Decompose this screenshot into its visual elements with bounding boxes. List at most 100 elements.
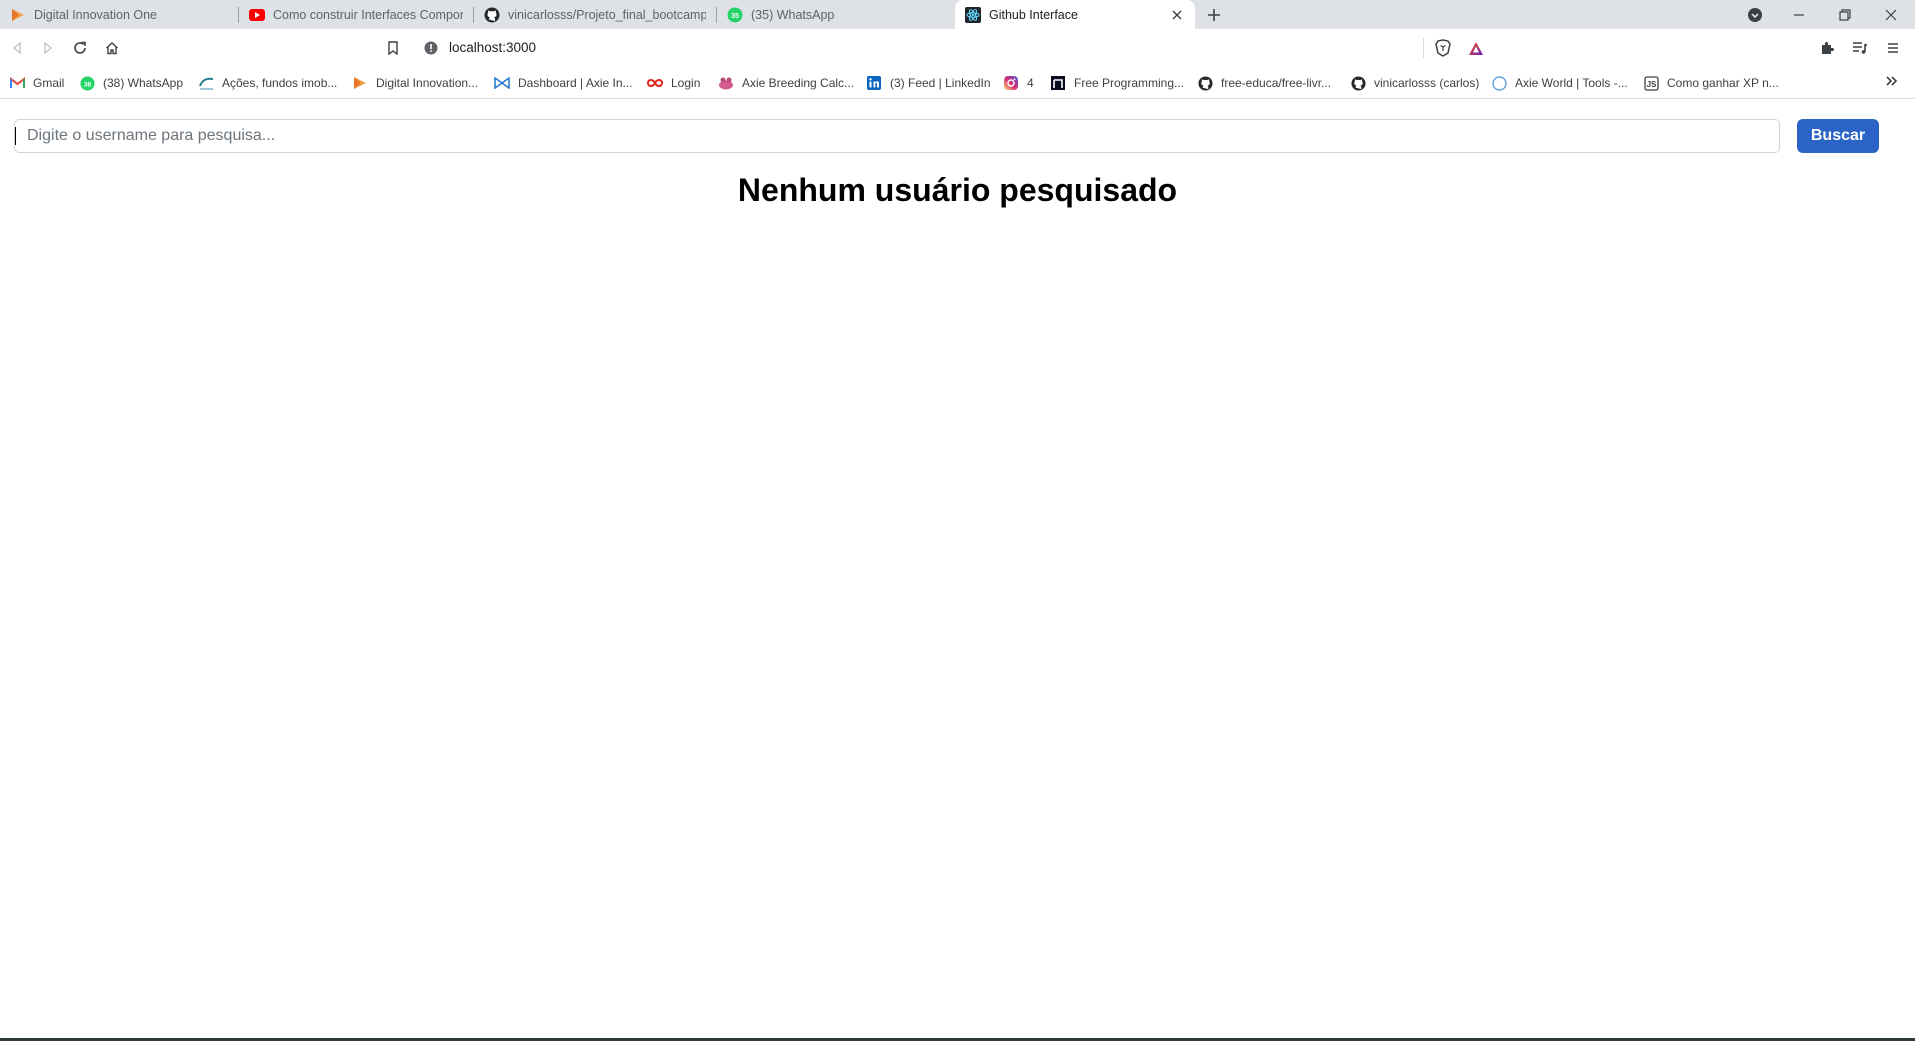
bookmark-item[interactable]: vinicarlosss (carlos) [1350, 72, 1479, 94]
bookmark-item[interactable]: Dashboard | Axie In... [494, 72, 633, 94]
browser-menu-button[interactable] [1880, 35, 1906, 61]
tab-title: Como construir Interfaces Componentizada… [273, 7, 463, 22]
brave-shields-button[interactable] [1430, 35, 1456, 61]
brave-rewards-button[interactable] [1463, 35, 1489, 61]
bookmark-label: Gmail [33, 76, 65, 90]
forward-button[interactable] [35, 35, 61, 61]
bookmark-label: Como ganhar XP n... [1667, 76, 1779, 90]
bookmark-label: Digital Innovation... [376, 76, 479, 90]
stocks-icon [198, 75, 214, 91]
double-chevron-right-icon [1886, 76, 1898, 86]
github-icon [1197, 75, 1213, 91]
tab-search-button[interactable] [1733, 0, 1777, 29]
whatsapp-icon: 38 [79, 75, 95, 91]
tab-title: (35) WhatsApp [751, 7, 835, 22]
text-caret [15, 127, 16, 145]
tab-whatsapp[interactable]: 35 (35) WhatsApp [717, 0, 955, 29]
bookmark-label: vinicarlosss (carlos) [1374, 76, 1480, 90]
globe-icon [1491, 75, 1507, 91]
bookmark-item[interactable]: Ações, fundos imob... [198, 72, 337, 94]
brave-lion-icon [1435, 39, 1451, 57]
bookmark-item[interactable]: free-educa/free-livr... [1197, 72, 1331, 94]
bookmark-item[interactable]: Axie Breeding Calc... [718, 72, 854, 94]
svg-text:JS: JS [1646, 80, 1656, 89]
bookmark-label: (3) Feed | LinkedIn [890, 76, 991, 90]
bookmark-label: Ações, fundos imob... [222, 76, 338, 90]
bookmark-item[interactable]: (3) Feed | LinkedIn [866, 72, 991, 94]
minimize-button[interactable] [1777, 0, 1821, 29]
bookmark-item[interactable]: 38 (38) WhatsApp [79, 72, 183, 94]
bookmark-label: free-educa/free-livr... [1221, 76, 1332, 90]
infinity-icon [647, 75, 663, 91]
empty-state-message: Nenhum usuário pesquisado [737, 172, 1178, 208]
page-content: Buscar Nenhum usuário pesquisado [0, 100, 1915, 1041]
bookmark-label: Free Programming... [1074, 76, 1185, 90]
more-bookmarks-button[interactable] [1885, 74, 1901, 90]
bookmark-label: Axie World | Tools -... [1515, 76, 1628, 90]
back-icon [12, 41, 21, 55]
address-bar[interactable]: localhost:3000 [414, 34, 1494, 62]
bookmark-icon [388, 41, 398, 55]
bookmark-item[interactable]: Axie World | Tools -... [1491, 72, 1628, 94]
reload-icon [74, 41, 86, 54]
github-icon [484, 7, 500, 23]
bookmark-item[interactable]: JS Como ganhar XP n... [1643, 72, 1779, 94]
home-icon [106, 42, 118, 55]
github-icon [1350, 75, 1366, 91]
plus-icon [1208, 9, 1220, 21]
bookmark-button[interactable] [380, 35, 406, 61]
tab-title: vinicarlosss/Projeto_final_bootcamp_N [508, 7, 706, 22]
fcc-icon [1050, 75, 1066, 91]
bookmark-label: Dashboard | Axie In... [518, 76, 633, 90]
search-button[interactable]: Buscar [1797, 119, 1879, 153]
forward-icon [44, 41, 53, 55]
puzzle-icon [1822, 42, 1834, 54]
rewards-triangle-icon [1469, 41, 1483, 55]
whatsapp-icon: 35 [727, 7, 743, 23]
xp-icon: JS [1643, 75, 1659, 91]
bookmark-label: 4 [1027, 76, 1034, 90]
hamburger-icon [1888, 43, 1898, 53]
restore-icon [1839, 8, 1851, 21]
restore-button[interactable] [1823, 0, 1867, 29]
close-window-button[interactable] [1869, 0, 1913, 29]
bookmark-item[interactable]: Free Programming... [1050, 72, 1184, 94]
back-button[interactable] [4, 35, 30, 61]
gmail-icon [9, 75, 25, 91]
browser-toolbar: localhost:3000 [0, 29, 1915, 67]
extensions-button[interactable] [1815, 35, 1841, 61]
dio-icon [10, 7, 26, 23]
chevron-down-circle-icon [1748, 7, 1762, 22]
playlist-icon [1853, 42, 1868, 54]
axie-breeding-icon [718, 75, 734, 91]
tab-digital-innovation-one[interactable]: Digital Innovation One [0, 0, 238, 29]
tab-title: Github Interface [989, 7, 1078, 22]
bookmark-label: (38) WhatsApp [103, 76, 184, 90]
tab-github-interface[interactable]: Github Interface [955, 0, 1195, 29]
reload-button[interactable] [67, 35, 93, 61]
bookmark-item[interactable]: Login [647, 72, 700, 94]
playlist-button[interactable] [1847, 35, 1873, 61]
bookmark-label: Axie Breeding Calc... [742, 76, 855, 90]
new-tab-button[interactable] [1203, 4, 1225, 26]
close-tab-icon[interactable] [1169, 7, 1185, 23]
instagram-icon [1003, 75, 1019, 91]
home-button[interactable] [99, 35, 125, 61]
minimize-icon [1794, 13, 1804, 16]
tab-github-repo[interactable]: vinicarlosss/Projeto_final_bootcamp_N [474, 0, 716, 29]
react-icon [965, 6, 981, 23]
bookmark-item[interactable]: 4 [1003, 72, 1034, 94]
omnibox-divider [1423, 38, 1424, 58]
tab-title: Digital Innovation One [34, 7, 157, 22]
site-info-icon[interactable] [424, 41, 438, 55]
close-icon [1885, 9, 1897, 20]
dio-icon [352, 75, 368, 91]
bookmark-item[interactable]: Digital Innovation... [352, 72, 478, 94]
bookmarks-bar: Gmail 38 (38) WhatsApp Ações, fundos imo… [0, 67, 1915, 99]
address-url[interactable]: localhost:3000 [449, 34, 536, 62]
bookmark-item[interactable]: Gmail [9, 72, 64, 94]
linkedin-icon [866, 75, 882, 91]
username-search-input[interactable] [14, 119, 1780, 153]
svg-text:35: 35 [731, 13, 739, 20]
tab-youtube[interactable]: Como construir Interfaces Componentizada… [239, 0, 473, 29]
